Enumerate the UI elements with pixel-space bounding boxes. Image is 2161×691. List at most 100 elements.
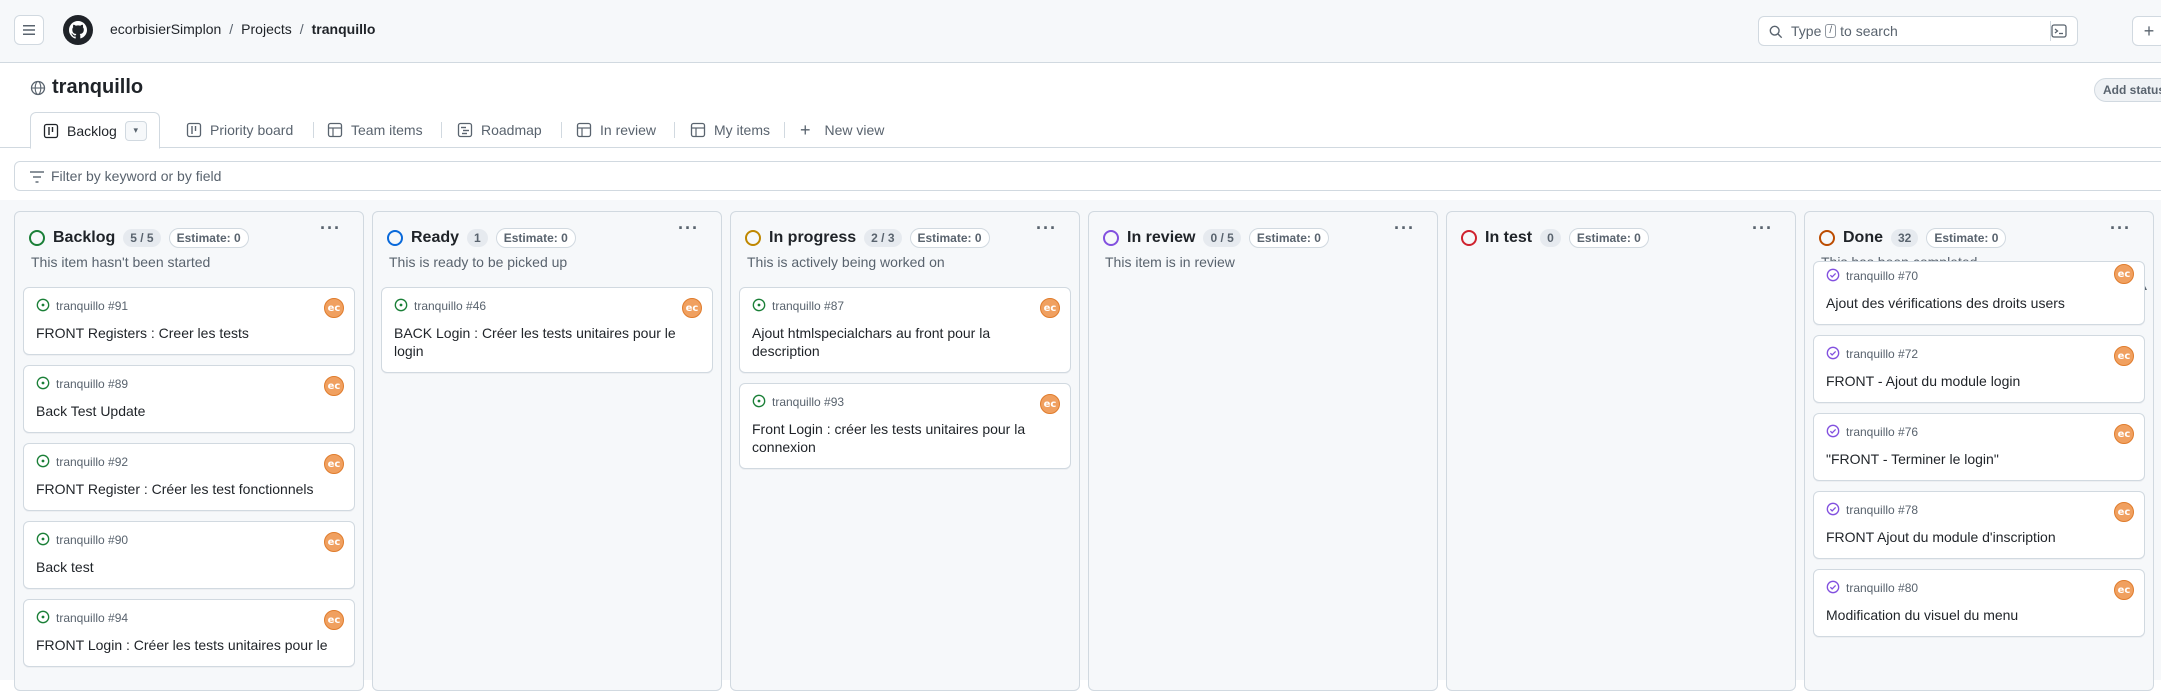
tab-backlog[interactable]: Backlog ▾ [30, 112, 160, 149]
avatar[interactable]: ec [682, 298, 702, 318]
plus-icon: + [800, 119, 811, 140]
column-estimate: Estimate: 0 [1248, 228, 1329, 248]
tab-my-items[interactable]: My items [690, 112, 770, 148]
search-input[interactable]: Type / to search [1758, 16, 2078, 46]
card-ref[interactable]: tranquillo #94 [56, 611, 128, 625]
column-in-test: In test 0 Estimate: 0 ··· [1446, 211, 1796, 691]
column-header: Done 32 Estimate: 0 [1819, 226, 2143, 250]
avatar[interactable]: ec [324, 298, 344, 318]
card-title[interactable]: FRONT Registers : Creer les tests [36, 324, 342, 342]
card-ref[interactable]: tranquillo #70 [1846, 269, 1918, 283]
card[interactable]: tranquillo #93 Front Login : créer les t… [739, 383, 1071, 469]
tab-divider [441, 122, 442, 138]
avatar[interactable]: ec [2114, 346, 2134, 366]
kebab-horizontal-icon: ··· [1394, 218, 1415, 238]
column-menu-button[interactable]: ··· [678, 218, 699, 239]
avatar[interactable]: ec [324, 454, 344, 474]
card-ref[interactable]: tranquillo #80 [1846, 581, 1918, 595]
card[interactable]: tranquillo #80 Modification du visuel du… [1813, 569, 2145, 637]
tab-divider [313, 122, 314, 138]
column-menu-button[interactable]: ··· [1752, 218, 1773, 239]
card-ref[interactable]: tranquillo #76 [1846, 425, 1918, 439]
card[interactable]: tranquillo #46 BACK Login : Créer les te… [381, 287, 713, 373]
breadcrumb-project[interactable]: tranquillo [312, 21, 376, 37]
avatar[interactable]: ec [2114, 502, 2134, 522]
column-menu-button[interactable]: ··· [320, 218, 341, 239]
card-title[interactable]: BACK Login : Créer les tests unitaires p… [394, 324, 700, 360]
breadcrumb-owner[interactable]: ecorbisierSimplon [110, 21, 221, 37]
card-title[interactable]: FRONT Login : Créer les tests unitaires … [36, 636, 342, 654]
card-title[interactable]: Front Login : créer les tests unitaires … [752, 420, 1058, 456]
avatar[interactable]: ec [324, 376, 344, 396]
card[interactable]: tranquillo #92 FRONT Register : Créer le… [23, 443, 355, 511]
tab-divider [784, 122, 785, 138]
column-menu-button[interactable]: ··· [1036, 218, 1057, 239]
card[interactable]: tranquillo #90 Back test ec [23, 521, 355, 589]
avatar[interactable]: ec [2114, 264, 2134, 284]
card-title[interactable]: Ajout htmlspecialchars au front pour la … [752, 324, 1058, 360]
tab-label: Backlog [67, 122, 117, 139]
card[interactable]: tranquillo #70 Ajout des vérifications d… [1813, 261, 2145, 325]
card-title[interactable]: Back Test Update [36, 402, 342, 420]
create-new-button[interactable]: + [2132, 16, 2161, 46]
column-ready: Ready 1 Estimate: 0 ··· This is ready to… [372, 211, 722, 691]
card-list: tranquillo #46 BACK Login : Créer les te… [381, 287, 713, 383]
card-ref[interactable]: tranquillo #87 [772, 299, 844, 313]
card-title[interactable]: "FRONT - Terminer le login" [1826, 450, 2132, 468]
card[interactable]: tranquillo #87 Ajout htmlspecialchars au… [739, 287, 1071, 373]
card[interactable]: tranquillo #78 FRONT Ajout du module d'i… [1813, 491, 2145, 559]
board-icon [186, 122, 202, 138]
card-title[interactable]: Ajout des vérifications des droits users [1826, 294, 2132, 312]
card-ref[interactable]: tranquillo #90 [56, 533, 128, 547]
avatar[interactable]: ec [2114, 580, 2134, 600]
filter-input[interactable]: Filter by keyword or by field [14, 161, 2161, 191]
card-title[interactable]: Back test [36, 558, 342, 576]
github-logo-icon[interactable] [62, 14, 94, 46]
breadcrumb-projects[interactable]: Projects [241, 21, 292, 37]
card[interactable]: tranquillo #91 FRONT Registers : Creer l… [23, 287, 355, 355]
card-ref[interactable]: tranquillo #93 [772, 395, 844, 409]
card-ref[interactable]: tranquillo #91 [56, 299, 128, 313]
card-ref[interactable]: tranquillo #92 [56, 455, 128, 469]
column-header: In test 0 Estimate: 0 [1461, 226, 1785, 250]
card-title[interactable]: FRONT - Ajout du module login [1826, 372, 2132, 390]
card[interactable]: tranquillo #76 "FRONT - Terminer le logi… [1813, 413, 2145, 481]
column-menu-button[interactable]: ··· [2110, 218, 2131, 239]
plus-icon: + [2143, 20, 2155, 41]
tab-roadmap[interactable]: Roadmap [457, 112, 542, 148]
column-menu-button[interactable]: ··· [1394, 218, 1415, 239]
column-title: Done [1843, 229, 1883, 246]
tab-new-view[interactable]: + New view [800, 112, 884, 148]
hamburger-icon [23, 25, 35, 35]
card[interactable]: tranquillo #89 Back Test Update ec [23, 365, 355, 433]
avatar[interactable]: ec [1040, 298, 1060, 318]
tab-priority-board[interactable]: Priority board [186, 112, 293, 148]
avatar[interactable]: ec [2114, 424, 2134, 444]
filter-icon [30, 171, 44, 183]
breadcrumb-separator: / [229, 21, 234, 37]
menu-button[interactable] [14, 15, 44, 45]
command-palette-icon[interactable] [2051, 23, 2067, 39]
column-header: In progress 2 / 3 Estimate: 0 [745, 226, 1069, 250]
avatar[interactable]: ec [324, 532, 344, 552]
search-shortcut-key: / [1825, 24, 1837, 38]
card[interactable]: tranquillo #94 FRONT Login : Créer les t… [23, 599, 355, 667]
card-title[interactable]: FRONT Ajout du module d'inscription [1826, 528, 2132, 546]
card-ref[interactable]: tranquillo #46 [414, 299, 486, 313]
card-title[interactable]: Modification du visuel du menu [1826, 606, 2132, 624]
tab-label: Roadmap [481, 122, 542, 138]
card-ref[interactable]: tranquillo #89 [56, 377, 128, 391]
avatar[interactable]: ec [324, 610, 344, 630]
card-ref[interactable]: tranquillo #72 [1846, 347, 1918, 361]
column-count: 5 / 5 [123, 229, 161, 247]
issue-open-icon [36, 298, 50, 315]
tab-options-button[interactable]: ▾ [124, 120, 147, 141]
tab-team-items[interactable]: Team items [327, 112, 423, 148]
card[interactable]: tranquillo #72 FRONT - Ajout du module l… [1813, 335, 2145, 403]
card-ref[interactable]: tranquillo #78 [1846, 503, 1918, 517]
table-icon [327, 122, 343, 138]
avatar[interactable]: ec [1040, 394, 1060, 414]
add-status-button[interactable]: Add status [2094, 78, 2161, 102]
tab-in-review[interactable]: In review [576, 112, 656, 148]
card-title[interactable]: FRONT Register : Créer les test fonction… [36, 480, 342, 498]
